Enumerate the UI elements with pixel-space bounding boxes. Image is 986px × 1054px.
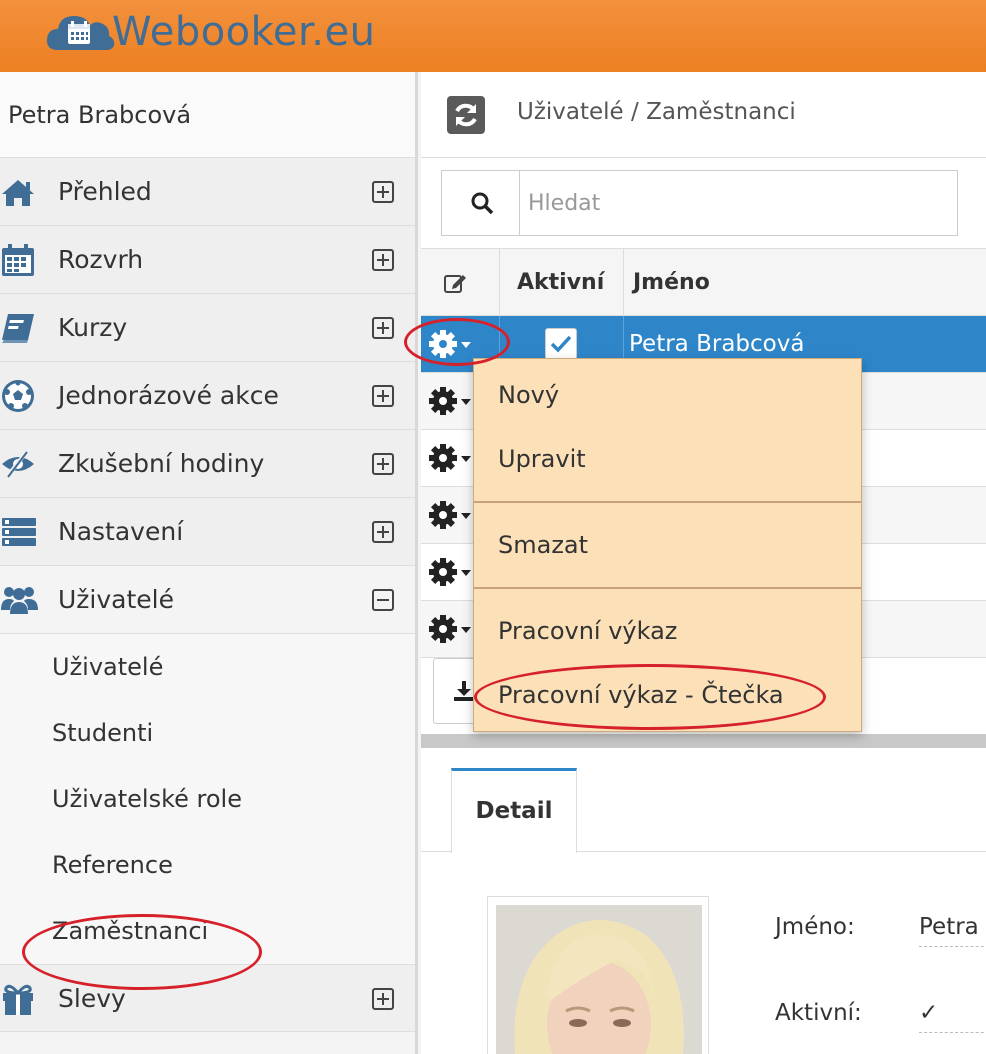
users-submenu: Uživatelé Studenti Uživatelské role Refe… (0, 634, 415, 964)
column-header-aktivni[interactable]: Aktivní (517, 249, 604, 317)
employee-photo (487, 896, 709, 1054)
submenu-item-reference[interactable]: Reference (0, 832, 415, 898)
row-actions-dropdown: Nový Upravit Smazat Pracovní výkaz Praco… (473, 358, 862, 732)
column-divider (499, 249, 500, 317)
sidebar-item-label: Jednorázové akce (58, 381, 279, 410)
gear-dropdown-icon[interactable] (427, 385, 477, 417)
sidebar-item-label: Zkušební hodiny (58, 449, 265, 478)
field-label-active: Aktivní: (775, 1000, 862, 1026)
avatar (496, 905, 702, 1054)
gear-dropdown-icon[interactable] (427, 328, 477, 360)
column-header-jmeno[interactable]: Jméno (633, 249, 710, 317)
sidebar-item-zkusebni-hodiny[interactable]: Zkušební hodiny (0, 430, 415, 498)
app-logo[interactable]: Webooker.eu (44, 2, 375, 62)
refresh-icon (455, 103, 477, 127)
submenu-item-studenti[interactable]: Studenti (0, 700, 415, 766)
edit-icon (443, 271, 467, 295)
gear-dropdown-icon[interactable] (427, 442, 477, 474)
panel-splitter[interactable] (421, 734, 986, 748)
expand-plus-icon[interactable] (372, 988, 394, 1010)
menu-item-novy[interactable]: Nový (474, 365, 861, 425)
gear-dropdown-icon[interactable] (427, 613, 477, 645)
menu-item-smazat[interactable]: Smazat (474, 515, 861, 575)
active-checkbox[interactable] (545, 328, 577, 360)
list-icon (0, 514, 40, 550)
expand-plus-icon[interactable] (372, 453, 394, 475)
sidebar-item-label: Rozvrh (58, 245, 144, 274)
grid-header: Aktivní Jméno (421, 248, 986, 317)
sidebar-item-label: Nastavení (58, 517, 184, 546)
sidebar: Petra Brabcová Přehled Rozvrh Kurzy Jedn… (0, 72, 418, 1054)
menu-item-pracovni-vykaz-ctecka[interactable]: Pracovní výkaz - Čtečka (474, 665, 861, 725)
tab-detail[interactable]: Detail (451, 768, 577, 853)
column-divider (623, 249, 624, 317)
detail-panel: Detail Jméno: Petra Aktivní: ✓ (421, 748, 986, 1054)
sidebar-item-label: Kurzy (58, 313, 128, 342)
sidebar-item-jednorazove-akce[interactable]: Jednorázové akce (0, 362, 415, 430)
checkmark-icon (550, 335, 572, 353)
collapse-minus-icon[interactable] (372, 589, 394, 611)
submenu-item-uzivatelske-role[interactable]: Uživatelské role (0, 766, 415, 832)
home-icon (0, 174, 40, 210)
expand-plus-icon[interactable] (372, 385, 394, 407)
menu-divider (474, 501, 861, 503)
sidebar-item-slevy[interactable]: Slevy (0, 964, 415, 1032)
sidebar-item-uzivatele[interactable]: Uživatelé (0, 566, 415, 634)
gear-dropdown-icon[interactable] (427, 499, 477, 531)
app-header: Webooker.eu (0, 0, 986, 72)
menu-item-pracovni-vykaz[interactable]: Pracovní výkaz (474, 601, 861, 661)
sidebar-item-label: Přehled (58, 177, 152, 206)
gear-dropdown-icon[interactable] (427, 556, 477, 588)
calendar-icon (0, 242, 40, 278)
search-input[interactable] (528, 185, 928, 221)
field-value-active: ✓ (919, 1000, 986, 1033)
cloud-calendar-icon (44, 10, 116, 54)
menu-item-upravit[interactable]: Upravit (474, 429, 861, 489)
submenu-item-zamestnanci[interactable]: Zaměstnanci (0, 898, 415, 964)
search-icon[interactable] (442, 171, 520, 235)
expand-plus-icon[interactable] (372, 521, 394, 543)
eye-slash-icon (0, 446, 40, 482)
soccer-ball-icon (0, 378, 40, 414)
search-box (441, 170, 958, 236)
sidebar-item-nastaveni[interactable]: Nastavení (0, 498, 415, 566)
breadcrumb-bar: Uživatelé / Zaměstnanci (421, 72, 986, 158)
sidebar-item-rozvrh[interactable]: Rozvrh (0, 226, 415, 294)
submenu-item-uzivatele[interactable]: Uživatelé (0, 634, 415, 700)
sidebar-item-label: Slevy (58, 983, 126, 1013)
app-name: Webooker.eu (112, 9, 376, 55)
expand-plus-icon[interactable] (372, 317, 394, 339)
sidebar-user-name[interactable]: Petra Brabcová (0, 72, 415, 158)
detail-tabs: Detail (421, 748, 986, 853)
expand-plus-icon[interactable] (372, 181, 394, 203)
field-label-name: Jméno: (775, 914, 855, 940)
sidebar-item-label: Uživatelé (58, 585, 174, 614)
expand-plus-icon[interactable] (372, 249, 394, 271)
book-icon (0, 310, 40, 346)
refresh-button[interactable] (447, 96, 485, 134)
sidebar-item-kurzy[interactable]: Kurzy (0, 294, 415, 362)
gift-icon (0, 981, 40, 1017)
menu-divider (474, 587, 861, 589)
sidebar-item-prehled[interactable]: Přehled (0, 158, 415, 226)
users-icon (0, 582, 40, 618)
breadcrumb: Uživatelé / Zaměstnanci (517, 99, 796, 125)
field-value-name: Petra (919, 914, 986, 947)
